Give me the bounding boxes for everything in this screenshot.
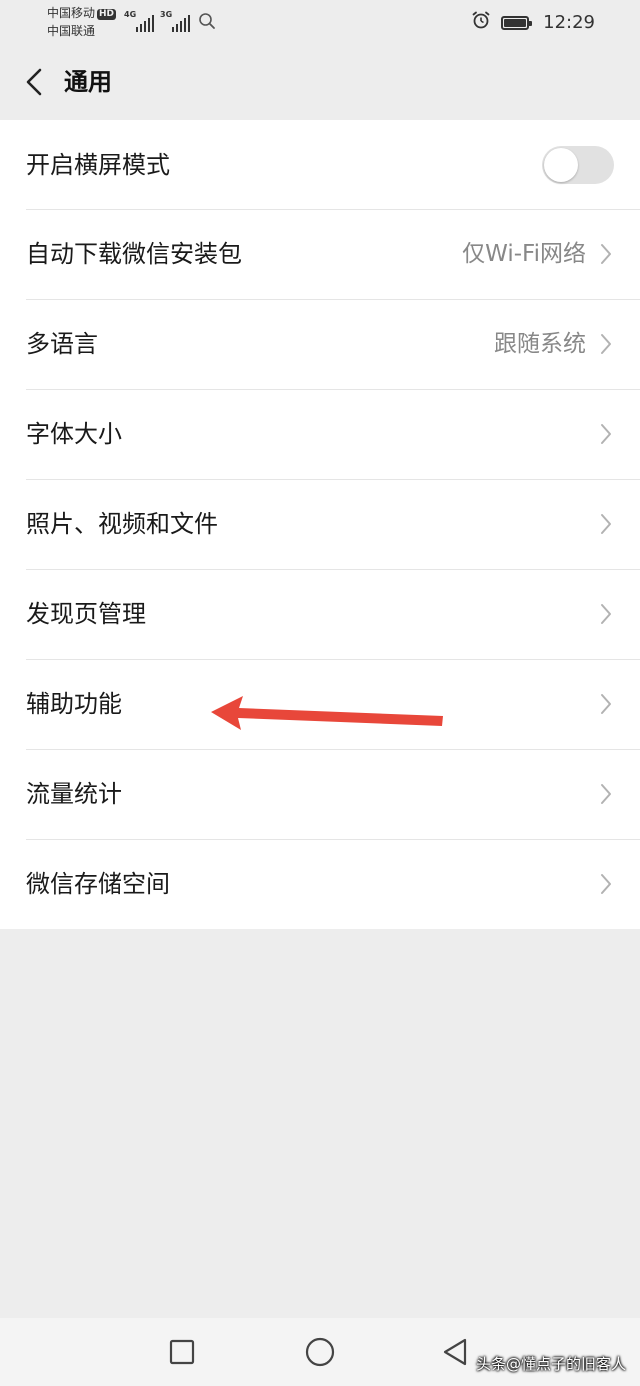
settings-row-label: 流量统计 [26,780,122,808]
signal-2-icon: 3G [160,10,192,32]
status-bar: 中国移动 HD 中国联通 4G 3G 12:29 [0,0,640,44]
circle-icon [305,1337,335,1367]
network-2-label: 3G [160,10,173,19]
chevron-right-icon [598,422,614,446]
triangle-back-icon [443,1338,467,1366]
back-button[interactable] [14,62,54,102]
carrier-info: 中国移动 HD 中国联通 [47,4,117,40]
settings-row-label: 开启横屏模式 [26,150,170,179]
landscape-mode-toggle[interactable] [542,145,614,184]
settings-row-label: 微信存储空间 [26,870,170,898]
battery-icon [501,15,533,30]
square-icon [169,1339,195,1365]
settings-row-label: 多语言 [26,330,98,358]
settings-list: 开启横屏模式 自动下载微信安装包 仅Wi-Fi网络 多语言 跟随系统 字体大小 … [0,120,640,929]
settings-row-font-size[interactable]: 字体大小 [0,389,640,479]
chevron-right-icon [598,692,614,716]
settings-row-value: 仅Wi-Fi网络 [462,241,586,267]
status-time: 12:29 [543,12,595,33]
carrier-1-label: 中国移动 [47,6,96,20]
settings-row-label: 照片、视频和文件 [26,510,218,538]
watermark-text: 头条@懂点子的旧客人 [475,1355,626,1373]
network-1-label: 4G [124,10,137,19]
chevron-right-icon [598,782,614,806]
settings-row-storage[interactable]: 微信存储空间 [0,839,640,929]
chevron-left-icon [26,68,42,96]
settings-row-label: 字体大小 [26,420,122,448]
settings-row-landscape-mode[interactable]: 开启横屏模式 [0,120,640,209]
page-title: 通用 [64,68,112,96]
signal-1-icon: 4G [124,10,156,32]
chevron-right-icon [598,872,614,896]
settings-row-value: 跟随系统 [494,331,586,357]
search-icon [198,12,216,34]
alarm-icon [471,10,491,35]
page-header: 通用 [0,44,640,120]
settings-row-auto-download[interactable]: 自动下载微信安装包 仅Wi-Fi网络 [0,209,640,299]
settings-row-label: 发现页管理 [26,600,146,628]
carrier-2-label: 中国联通 [47,24,96,38]
home-button[interactable] [302,1334,338,1370]
red-arrow-left-icon [205,690,450,744]
settings-row-media[interactable]: 照片、视频和文件 [0,479,640,569]
chevron-right-icon [598,602,614,626]
chevron-right-icon [598,512,614,536]
nav-back-button[interactable] [437,1334,473,1370]
recents-button[interactable] [164,1334,200,1370]
settings-row-discover-management[interactable]: 发现页管理 [0,569,640,659]
chevron-right-icon [598,242,614,266]
chevron-right-icon [598,332,614,356]
settings-row-language[interactable]: 多语言 跟随系统 [0,299,640,389]
hd-badge: HD [97,9,117,20]
settings-row-data-usage[interactable]: 流量统计 [0,749,640,839]
toggle-knob [544,147,578,182]
settings-row-label: 自动下载微信安装包 [26,240,242,268]
system-nav-bar: 头条@懂点子的旧客人 [0,1318,640,1386]
